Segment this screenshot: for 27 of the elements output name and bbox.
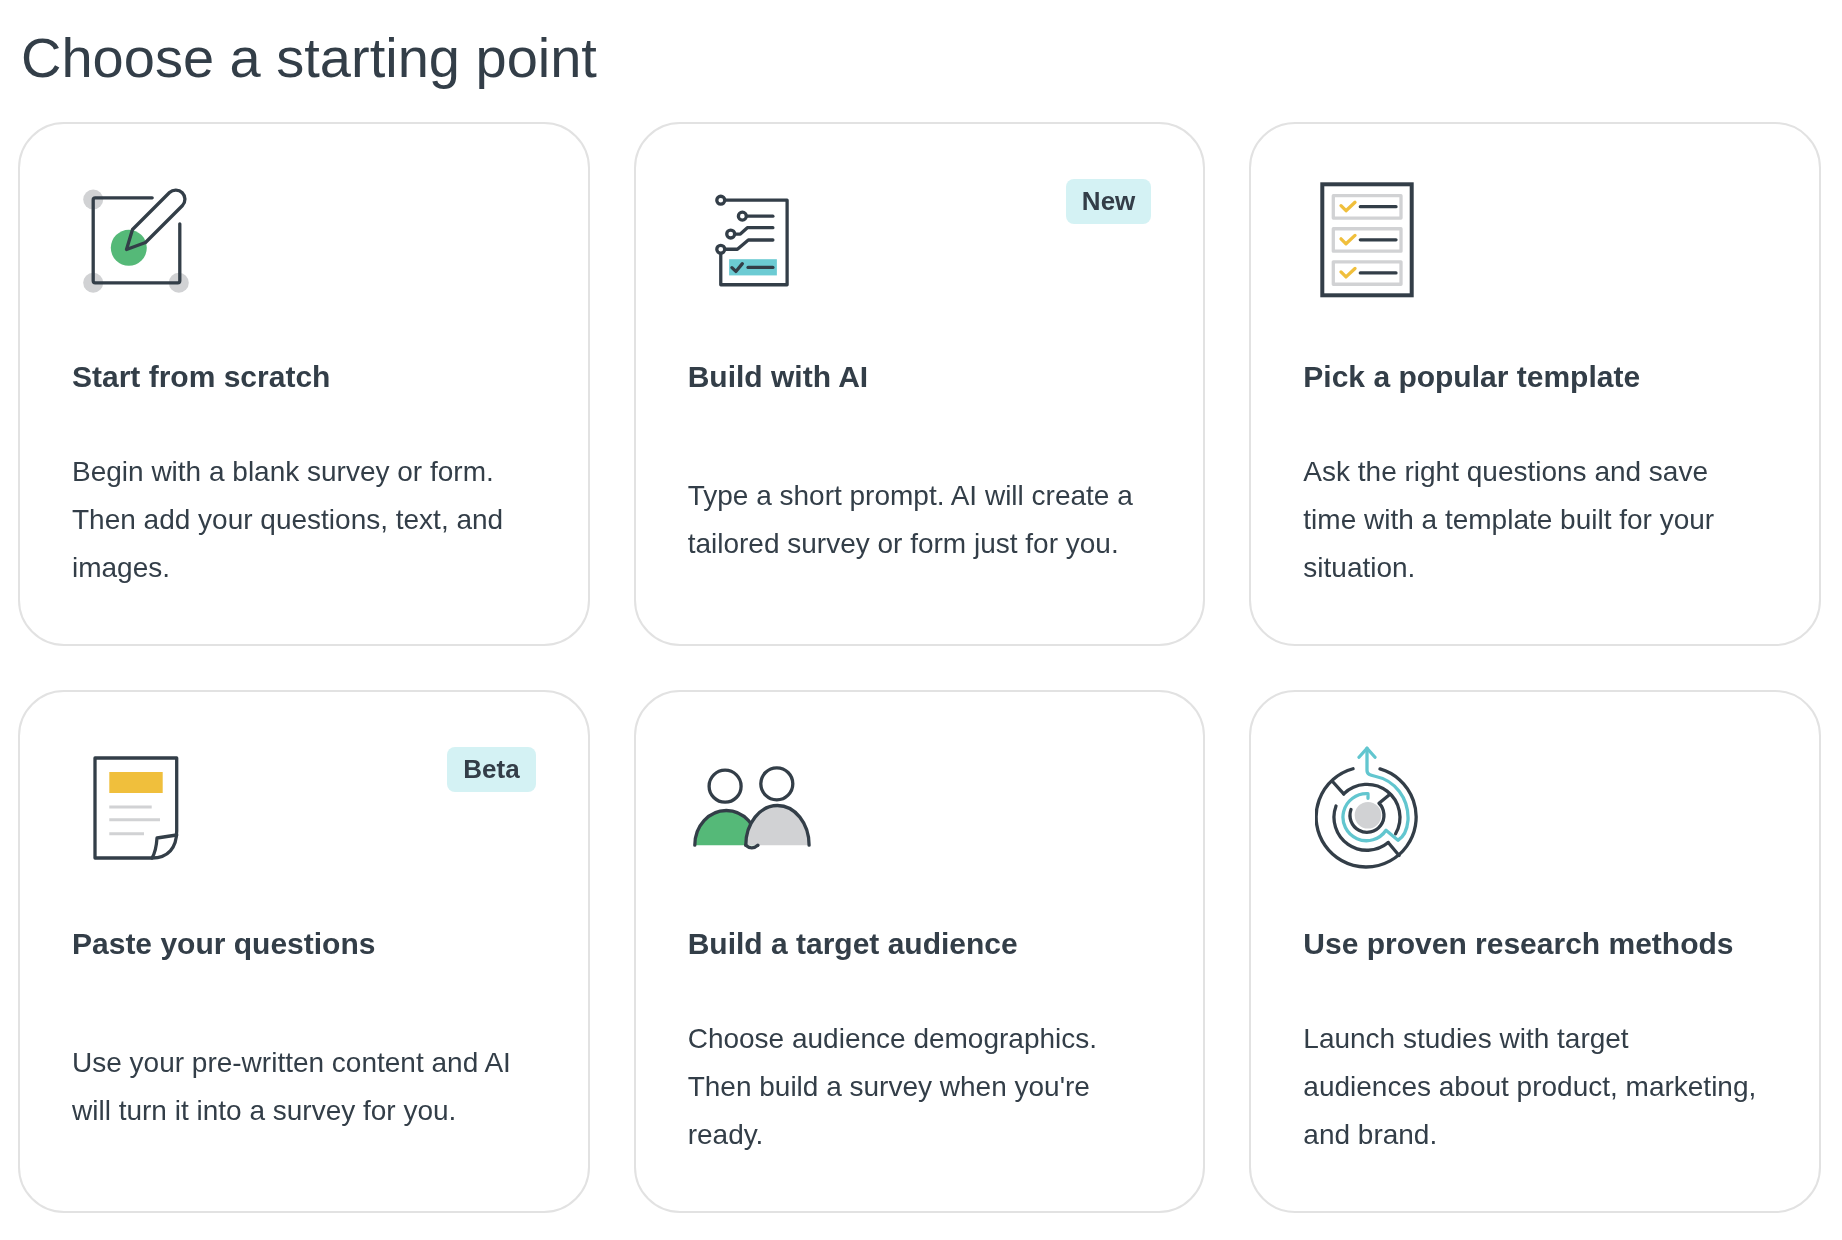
option-card[interactable]: Start from scratch Begin with a blank survey or form. Then add your questions, text, and images. <box>18 122 590 646</box>
option-card[interactable]: Pick a popular template Ask the right questions and save time with a template built for your situation. <box>1249 122 1821 646</box>
feature-badge: Beta <box>447 746 536 792</box>
option-card[interactable]: New Build with AI Type a short prompt. AI will create a tailored survey or form just for you. <box>633 122 1206 646</box>
maze-arrow-icon <box>1315 745 1420 870</box>
flowchart-document-icon <box>714 193 789 287</box>
page-title: Choose a starting point <box>21 25 598 91</box>
checklist-icon <box>1320 182 1415 298</box>
option-card[interactable]: Build a target audience Choose audience demographics. Then build a survey when you're ready. <box>633 689 1206 1213</box>
option-title: Start from scratch <box>72 358 332 395</box>
option-card[interactable]: Beta Paste your questions Use your pre-written content and AI will turn it into a survey for you. <box>18 689 590 1213</box>
option-description: Ask the right questions and save time with a template built for your situation. <box>1303 454 1716 585</box>
option-description: Launch studies with target audiences about product, marketing, and brand. <box>1303 1022 1758 1152</box>
option-title: Build a target audience <box>687 926 1019 962</box>
option-description: Begin with a blank survey or form. Then add your questions, text, and images. <box>72 454 505 585</box>
pencil-square-icon <box>83 187 189 293</box>
option-description: Choose audience demographics. Then build a survey when you're ready. <box>687 1022 1099 1152</box>
option-description: Type a short prompt. AI will create a tailored survey or form just for you. <box>687 478 1134 561</box>
feature-badge: New <box>1065 179 1152 224</box>
option-title: Build with AI <box>687 358 870 395</box>
option-title: Use proven research methods <box>1303 926 1735 962</box>
people-icon <box>692 765 811 850</box>
document-icon <box>93 755 179 860</box>
option-title: Pick a popular template <box>1303 358 1642 395</box>
option-description: Use your pre-written content and AI will turn it into a survey for you. <box>72 1046 512 1128</box>
option-title: Paste your questions <box>72 926 377 962</box>
option-card[interactable]: Use proven research methods Launch studies with target audiences about product, marketing, and brand. <box>1249 689 1821 1213</box>
